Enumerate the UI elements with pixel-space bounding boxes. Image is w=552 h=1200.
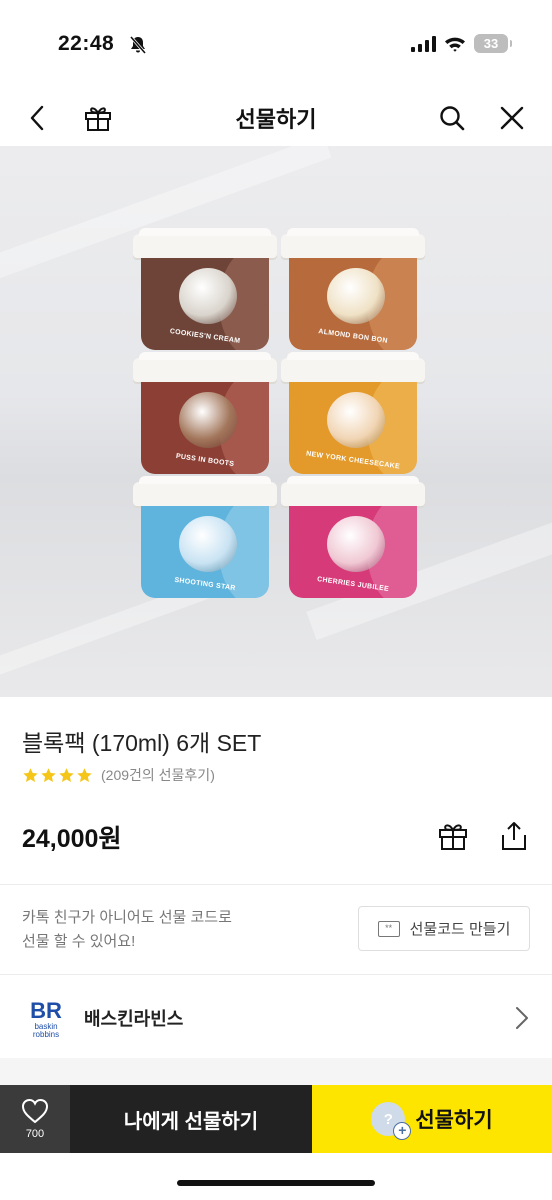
close-button[interactable] — [492, 98, 532, 138]
product-price: 24,000원 — [22, 825, 122, 853]
safe-area — [0, 1153, 552, 1200]
share-button[interactable] — [494, 816, 534, 856]
ice-cream-cup: CHERRIES JUBILEE — [281, 476, 425, 602]
section-spacer — [0, 1058, 552, 1088]
brand-name: 배스킨라빈스 — [84, 1009, 184, 1029]
bell-slash-icon — [129, 36, 147, 54]
ice-cream-cup: COOKIES'N CREAM — [133, 228, 277, 354]
gift-code-info: 카톡 친구가 아니어도 선물 코드로 선물 할 수 있어요! — [22, 906, 322, 954]
divider — [0, 974, 552, 975]
ice-cream-cup: ALMOND BON BON — [281, 228, 425, 354]
review-count[interactable]: (209건의 선물후기) — [101, 765, 215, 785]
home-indicator — [177, 1180, 375, 1186]
rating-row[interactable]: (209건의 선물후기) — [22, 765, 215, 785]
friend-avatar: ? + — [371, 1102, 412, 1140]
like-count: 700 — [25, 1128, 45, 1140]
product-title: 블록팩 (170ml) 6개 SET — [22, 730, 262, 756]
ice-cream-cup: PUSS IN BOOTS — [133, 352, 277, 478]
friend-avatar-mark: ? — [383, 1110, 393, 1128]
status-time: 22:48 — [58, 32, 115, 55]
nav-bar: 선물하기 — [0, 90, 552, 146]
send-gift-label: 선물하기 — [415, 1109, 493, 1132]
search-icon — [440, 106, 465, 131]
brand-chevron[interactable] — [508, 1002, 536, 1034]
close-icon — [500, 106, 524, 130]
send-gift-button[interactable]: ? + 선물하기 — [312, 1085, 552, 1153]
brand-row[interactable]: BR baskin robbins 배스킨라빈스 — [0, 988, 552, 1048]
signal-icon — [411, 35, 436, 52]
star-icon — [23, 767, 38, 782]
star-icon — [41, 767, 56, 782]
star-icon — [59, 767, 74, 782]
create-gift-code-label: 선물코드 만들기 — [409, 921, 511, 938]
battery-icon: 33 — [474, 34, 512, 53]
brand-logo-text: BR — [30, 998, 62, 1023]
share-icon — [502, 822, 526, 850]
gift-code-info-line: 선물 할 수 있어요! — [22, 933, 136, 950]
create-gift-code-button[interactable]: ** 선물코드 만들기 — [358, 906, 530, 951]
search-button[interactable] — [432, 98, 472, 138]
ice-cream-cup: NEW YORK CHEESECAKE — [281, 352, 425, 478]
brand-logo-sub: robbins — [33, 1030, 59, 1039]
chevron-right-icon — [516, 1007, 528, 1029]
star-rating — [22, 767, 93, 784]
star-icon — [77, 767, 92, 782]
bottom-action-bar: 700 나에게 선물하기 ? + 선물하기 — [0, 1085, 552, 1153]
add-friend-icon: + — [393, 1122, 412, 1140]
like-button[interactable]: 700 — [0, 1085, 70, 1153]
gift-wish-button[interactable] — [433, 816, 473, 856]
heart-icon — [21, 1098, 49, 1124]
gift-code-info-line: 카톡 친구가 아니어도 선물 코드로 — [22, 909, 232, 926]
wifi-icon — [445, 37, 465, 52]
ice-cream-cup: SHOOTING STAR — [133, 476, 277, 602]
divider — [0, 884, 552, 885]
gift-box-icon — [439, 824, 467, 850]
gift-to-self-button[interactable]: 나에게 선물하기 — [70, 1085, 312, 1153]
status-bar: 22:48 33 — [0, 0, 552, 90]
brand-logo: BR baskin robbins — [30, 998, 62, 1039]
code-icon: ** — [377, 920, 400, 937]
product-image: COOKIES'N CREAM ALMOND BON BON PUSS IN B… — [0, 146, 552, 697]
